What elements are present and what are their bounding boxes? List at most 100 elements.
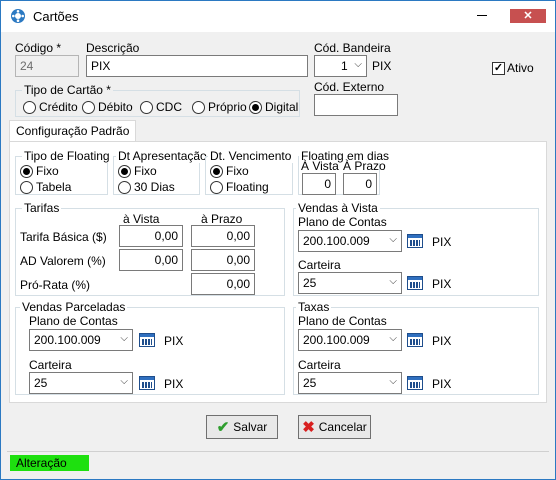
ad-valorem-label: AD Valorem (%) xyxy=(20,254,106,268)
cod-externo-field[interactable] xyxy=(314,94,398,116)
radio-vencimento-floating-indicator xyxy=(210,180,223,194)
floating-dias-group: Floating em dias À Vista À Prazo 0 0 xyxy=(298,149,392,195)
radio-proprio[interactable]: Próprio xyxy=(192,100,247,114)
minimize-button[interactable] xyxy=(471,6,493,24)
calendar-grid-icon[interactable] xyxy=(139,333,155,347)
ad-valorem-prazo-field[interactable]: 0,00 xyxy=(191,249,255,271)
radio-credito-indicator xyxy=(23,100,36,114)
taxas-group: Taxas Plano de Contas 200.100.009 ⌵ PIX … xyxy=(293,300,539,395)
floating-a-prazo-label: À Prazo xyxy=(343,159,386,173)
taxas-plano-value: 200.100.009 xyxy=(303,333,370,347)
radio-debito-indicator xyxy=(82,100,95,114)
cartoes-window: Cartões ✕ Código * 24 Descrição PIX Cód.… xyxy=(0,0,556,480)
taxas-carteira-select[interactable]: 25 ⌵ xyxy=(298,372,402,394)
radio-proprio-indicator xyxy=(192,100,205,114)
radio-vencimento-fixo[interactable]: Fixo xyxy=(210,164,249,178)
radio-apresentacao-fixo[interactable]: Fixo xyxy=(118,164,157,178)
chevron-down-icon: ⌵ xyxy=(389,276,397,287)
radio-credito-label: Crédito xyxy=(39,100,78,114)
dt-vencimento-label: Dt. Vencimento xyxy=(208,149,294,163)
checkmark-icon: ✔ xyxy=(216,419,230,436)
tarifas-col-a-vista: à Vista xyxy=(123,212,160,226)
radio-floating-tabela-indicator xyxy=(20,180,33,194)
tarifa-basica-prazo-field[interactable]: 0,00 xyxy=(191,225,255,247)
vendas-parceladas-carteira-select[interactable]: 25 ⌵ xyxy=(29,372,133,394)
radio-vencimento-floating[interactable]: Floating xyxy=(210,180,269,194)
dt-apresentacao-group: Dt Apresentação Fixo 30 Dias xyxy=(113,149,209,195)
close-button[interactable]: ✕ xyxy=(510,9,546,23)
vendas-vista-carteira-name: PIX xyxy=(432,277,452,291)
title-bar: Cartões ✕ xyxy=(1,1,555,32)
taxas-plano-select[interactable]: 200.100.009 ⌵ xyxy=(298,329,402,351)
tipo-cartao-label: Tipo de Cartão * xyxy=(22,83,113,97)
chevron-down-icon: ⌵ xyxy=(389,333,397,344)
checkmark-icon: ✓ xyxy=(492,61,505,75)
radio-apresentacao-fixo-indicator xyxy=(118,164,131,178)
tab-configuracao-padrao[interactable]: Configuração Padrão xyxy=(9,120,137,142)
vendas-parceladas-label: Vendas Parceladas xyxy=(20,300,128,314)
tab-panel-configuracao: Tipo de Floating Fixo Tabela Dt Apresent… xyxy=(9,141,547,403)
chevron-down-icon: ⌵ xyxy=(389,234,397,245)
dt-apresentacao-label: Dt Apresentação xyxy=(116,149,209,163)
radio-floating-tabela[interactable]: Tabela xyxy=(20,180,71,194)
floating-a-vista-field[interactable]: 0 xyxy=(302,173,336,195)
tarifas-group: Tarifas à Vista à Prazo Tarifa Básica ($… xyxy=(15,201,285,296)
vendas-parceladas-carteira-name: PIX xyxy=(164,377,184,391)
radio-cdc-label: CDC xyxy=(156,100,182,114)
radio-debito-label: Débito xyxy=(98,100,133,114)
calendar-grid-icon[interactable] xyxy=(139,376,155,390)
dt-vencimento-group: Dt. Vencimento Fixo Floating xyxy=(205,149,294,195)
vendas-vista-carteira-label: Carteira xyxy=(298,258,341,272)
vendas-parceladas-plano-select[interactable]: 200.100.009 ⌵ xyxy=(29,329,133,351)
save-button[interactable]: ✔ Salvar xyxy=(206,415,278,439)
descricao-field[interactable]: PIX xyxy=(86,55,308,77)
radio-credito[interactable]: Crédito xyxy=(23,100,78,114)
descricao-label: Descrição xyxy=(86,41,140,55)
radio-vencimento-floating-label: Floating xyxy=(226,180,269,194)
close-icon: ✕ xyxy=(523,10,533,22)
pro-rata-label: Pró-Rata (%) xyxy=(20,278,91,292)
chevron-down-icon: ⌵ xyxy=(354,59,362,70)
radio-floating-fixo[interactable]: Fixo xyxy=(20,164,59,178)
tarifa-basica-label: Tarifa Básica ($) xyxy=(20,230,107,244)
radio-vencimento-fixo-label: Fixo xyxy=(226,164,249,178)
tab-strip: Configuração Padrão xyxy=(9,120,547,142)
radio-debito[interactable]: Débito xyxy=(82,100,133,114)
vendas-vista-carteira-select[interactable]: 25 ⌵ xyxy=(298,272,402,294)
taxas-carteira-label: Carteira xyxy=(298,358,341,372)
calendar-grid-icon[interactable] xyxy=(407,234,423,248)
calendar-grid-icon[interactable] xyxy=(407,276,423,290)
tarifa-basica-vista-field[interactable]: 0,00 xyxy=(119,225,183,247)
codigo-field[interactable]: 24 xyxy=(15,55,79,77)
vendas-parceladas-plano-value: 200.100.009 xyxy=(34,333,101,347)
cod-bandeira-label: Cód. Bandeira xyxy=(314,41,391,55)
radio-apresentacao-30dias-indicator xyxy=(118,180,131,194)
taxas-plano-label: Plano de Contas xyxy=(298,314,387,328)
floating-a-prazo-field[interactable]: 0 xyxy=(343,173,377,195)
cancel-button[interactable]: ✖ Cancelar xyxy=(298,415,371,439)
status-badge: Alteração xyxy=(10,455,89,471)
radio-apresentacao-30dias-label: 30 Dias xyxy=(134,180,175,194)
radio-floating-tabela-label: Tabela xyxy=(36,180,72,194)
ativo-label: Ativo xyxy=(507,61,534,75)
vendas-vista-plano-label: Plano de Contas xyxy=(298,215,387,229)
vendas-parceladas-carteira-value: 25 xyxy=(34,376,48,390)
radio-digital[interactable]: Digital xyxy=(249,100,298,114)
pro-rata-prazo-field[interactable]: 0,00 xyxy=(191,273,255,295)
save-button-label: Salvar xyxy=(233,420,268,434)
calendar-grid-icon[interactable] xyxy=(407,333,423,347)
radio-apresentacao-30dias[interactable]: 30 Dias xyxy=(118,180,175,194)
cod-bandeira-select[interactable]: 1 ⌵ xyxy=(314,55,367,77)
calendar-grid-icon[interactable] xyxy=(407,376,423,390)
radio-cdc[interactable]: CDC xyxy=(140,100,182,114)
radio-digital-label: Digital xyxy=(265,100,299,114)
taxas-carteira-name: PIX xyxy=(432,377,452,391)
tipo-floating-group: Tipo de Floating Fixo Tabela xyxy=(15,149,112,195)
cod-bandeira-value: 1 xyxy=(341,59,348,73)
vendas-vista-plano-select[interactable]: 200.100.009 ⌵ xyxy=(298,230,402,252)
status-bar: Alteração xyxy=(7,451,549,471)
ativo-checkbox[interactable]: ✓ Ativo xyxy=(492,61,534,75)
vendas-parceladas-plano-name: PIX xyxy=(164,334,184,348)
vendas-vista-group: Vendas à Vista Plano de Contas 200.100.0… xyxy=(293,201,539,296)
ad-valorem-vista-field[interactable]: 0,00 xyxy=(119,249,183,271)
